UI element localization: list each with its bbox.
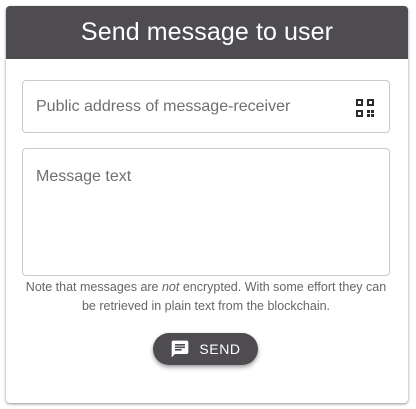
qr-code-icon[interactable] (355, 98, 375, 118)
page-title: Send message to user (80, 18, 334, 46)
send-button[interactable]: SEND (153, 333, 258, 365)
chat-icon (172, 340, 189, 358)
encryption-note: Note that messages are not encrypted. Wi… (22, 278, 390, 316)
send-button-label: SEND (199, 341, 241, 357)
receiver-address-placeholder: Public address of message-receiver (36, 98, 291, 115)
note-text-before: Note that messages are (25, 280, 162, 294)
note-emphasis: not (161, 280, 180, 294)
message-text-input[interactable]: Message text (22, 148, 390, 276)
receiver-address-input[interactable]: Public address of message-receiver (22, 80, 390, 133)
send-message-card: Send message to user Public address of m… (6, 6, 408, 403)
message-text-placeholder: Message text (36, 168, 132, 185)
card-header: Send message to user (6, 6, 408, 59)
